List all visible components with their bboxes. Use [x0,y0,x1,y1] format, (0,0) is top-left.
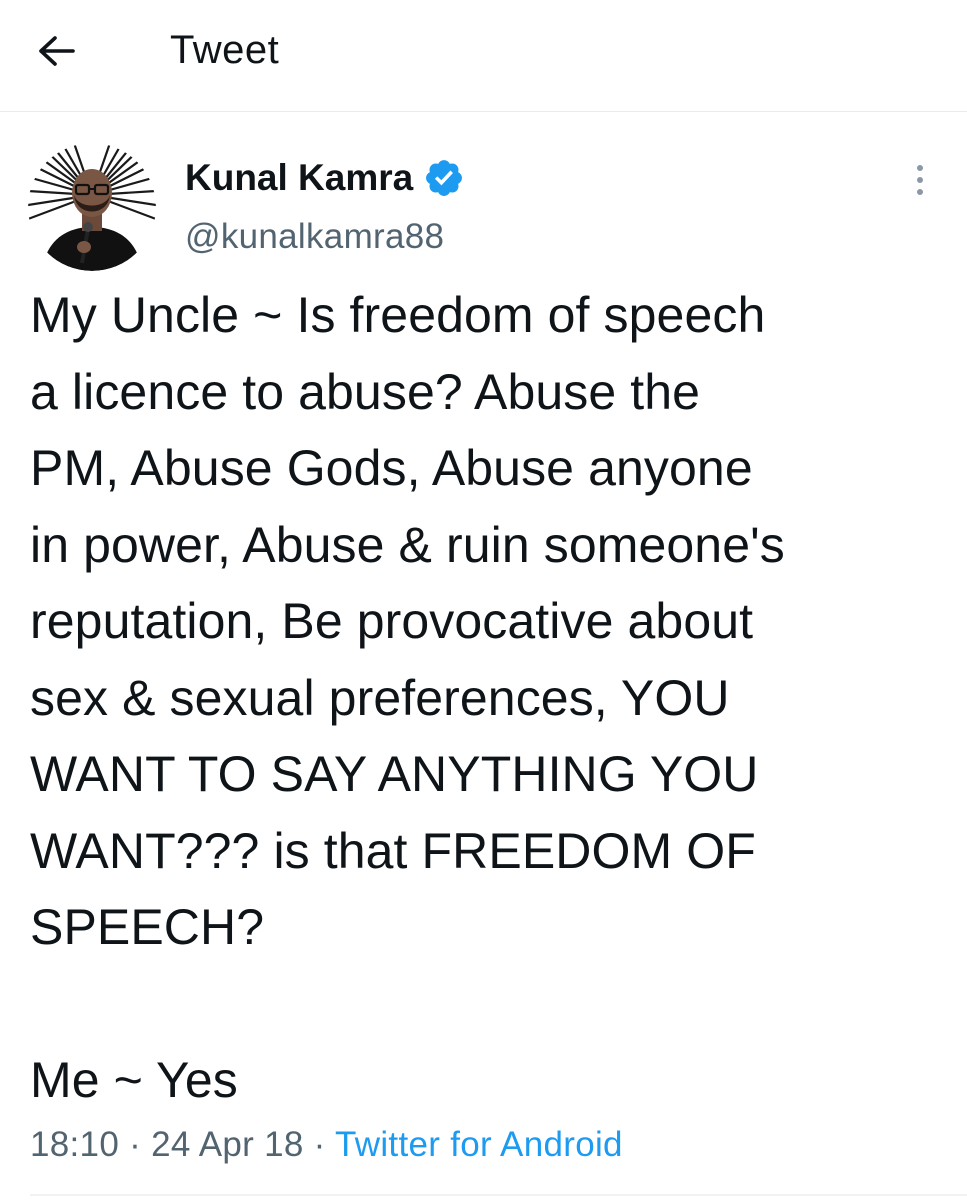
verified-badge-icon [426,160,463,196]
tweet-body-text: My Uncle ~ Is freedom of speech a licenc… [30,287,785,1108]
tweet-metadata: 18:10 · 24 Apr 18 · Twitter for Android [30,1121,623,1169]
author-display-name[interactable]: Kunal Kamra [185,156,413,200]
page-title: Tweet [170,28,280,72]
tweet-detail-screen: Tweet Kunal Kamra @kunalkamra88 My Uncle… [0,0,967,1200]
tweet-date[interactable]: 24 Apr 18 [151,1125,304,1164]
divider [30,1194,967,1196]
tweet-time[interactable]: 18:10 [30,1125,119,1164]
avatar-photo [28,143,156,271]
more-vertical-icon [917,165,923,195]
arrow-left-icon [39,36,75,66]
avatar[interactable] [28,143,156,271]
meta-separator: · [303,1125,336,1164]
top-bar: Tweet [0,0,967,112]
more-options-button[interactable] [900,156,940,204]
tweet-source-link[interactable]: Twitter for Android [335,1125,623,1164]
author-name-row[interactable]: Kunal Kamra [185,156,465,200]
author-handle[interactable]: @kunalkamra88 [185,215,444,259]
back-button[interactable] [30,24,84,78]
meta-separator: · [119,1125,152,1164]
